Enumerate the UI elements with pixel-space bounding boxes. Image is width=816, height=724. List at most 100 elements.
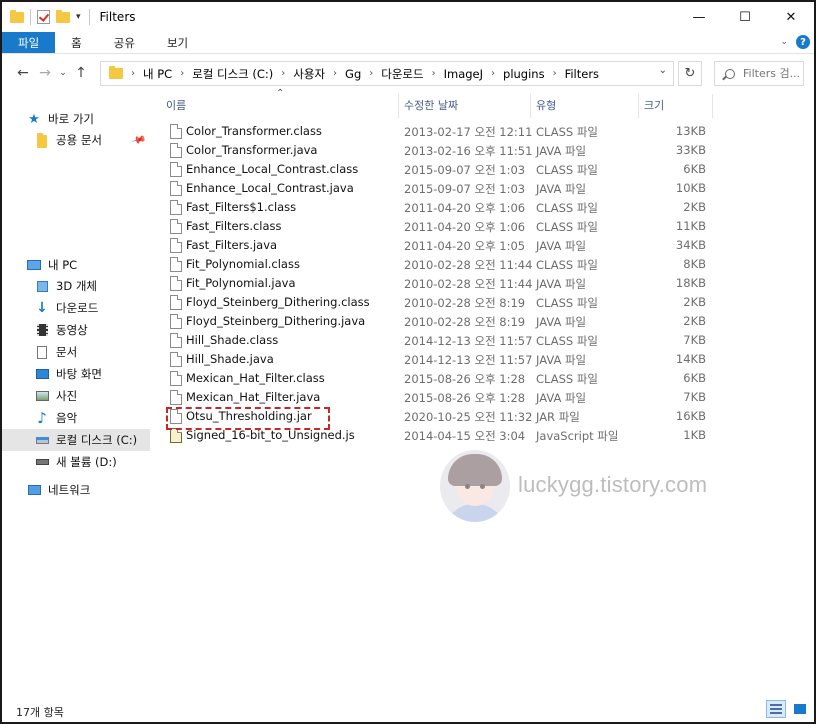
- sidebar-item-3d-objects[interactable]: 3D 개체: [2, 275, 150, 297]
- music-note-icon: ♪: [37, 409, 47, 427]
- forward-button[interactable]: →: [34, 61, 56, 85]
- sidebar-item-label: 로컬 디스크 (C:): [56, 433, 138, 447]
- file-type: CLASS 파일: [536, 296, 598, 310]
- search-box[interactable]: [714, 61, 804, 86]
- file-icon: [170, 295, 182, 310]
- back-button[interactable]: ←: [12, 61, 34, 85]
- column-divider[interactable]: [398, 94, 399, 118]
- refresh-button[interactable]: ↻: [678, 61, 702, 86]
- table-row[interactable]: Color_Transformer.class 2013-02-17 오전 12…: [160, 122, 720, 141]
- file-type: JAR 파일: [536, 410, 580, 424]
- breadcrumb-filters[interactable]: Filters: [565, 67, 599, 81]
- sidebar-item-this-pc[interactable]: 내 PC: [2, 254, 150, 276]
- table-row[interactable]: Floyd_Steinberg_Dithering.java 2010-02-2…: [160, 312, 720, 331]
- table-row[interactable]: Fast_Filters.class 2011-04-20 오후 1:06 CL…: [160, 217, 720, 236]
- maximize-button[interactable]: ☐: [722, 2, 768, 32]
- column-header-size[interactable]: 크기: [644, 94, 710, 116]
- sidebar-item-public-documents[interactable]: 공용 문서 📌: [2, 129, 150, 151]
- chevron-right-icon[interactable]: ›: [432, 68, 436, 79]
- expand-ribbon-icon[interactable]: ⌄: [780, 37, 788, 47]
- table-row[interactable]: Enhance_Local_Contrast.class 2015-09-07 …: [160, 160, 720, 179]
- new-folder-icon[interactable]: [56, 9, 70, 23]
- chevron-right-icon[interactable]: ›: [281, 68, 285, 79]
- column-header-date[interactable]: 수정한 날짜: [404, 94, 530, 116]
- sidebar-item-label: 문서: [56, 345, 78, 359]
- minimize-button[interactable]: —: [676, 2, 722, 32]
- table-row[interactable]: Fit_Polynomial.java 2010-02-28 오전 11:44 …: [160, 274, 720, 293]
- breadcrumb-plugins[interactable]: plugins: [503, 67, 545, 81]
- sidebar-item-label: 음악: [56, 411, 78, 425]
- customize-toolbar-icon[interactable]: ▾: [76, 12, 81, 22]
- table-row[interactable]: Floyd_Steinberg_Dithering.class 2010-02-…: [160, 293, 720, 312]
- sidebar-item-label: 새 볼륨 (D:): [56, 455, 117, 469]
- chevron-right-icon[interactable]: ›: [553, 68, 557, 79]
- breadcrumb-imagej[interactable]: ImageJ: [444, 67, 483, 81]
- address-bar[interactable]: › 내 PC › 로컬 디스크 (C:) › 사용자 › Gg › 다운로드 ›…: [100, 61, 674, 86]
- pin-icon[interactable]: 📌: [130, 133, 146, 149]
- breadcrumb-this-pc[interactable]: 내 PC: [143, 66, 172, 82]
- sidebar-item-music[interactable]: ♪ 음악: [2, 407, 150, 429]
- sidebar-item-downloads[interactable]: ↓ 다운로드: [2, 297, 150, 319]
- column-divider[interactable]: [638, 94, 639, 118]
- chevron-right-icon[interactable]: ›: [180, 68, 184, 79]
- search-input[interactable]: [743, 67, 803, 80]
- column-divider[interactable]: [530, 94, 531, 118]
- help-icon[interactable]: ?: [796, 35, 810, 49]
- chevron-right-icon[interactable]: ›: [369, 68, 373, 79]
- breadcrumb-gg[interactable]: Gg: [345, 67, 361, 81]
- sidebar-item-network[interactable]: 네트워크: [2, 479, 150, 501]
- sidebar-item-local-disk-c[interactable]: 로컬 디스크 (C:): [2, 429, 150, 451]
- table-row[interactable]: Hill_Shade.class 2014-12-13 오전 11:57 CLA…: [160, 331, 720, 350]
- file-icon: [170, 276, 182, 291]
- chevron-right-icon[interactable]: ›: [333, 68, 337, 79]
- tab-home[interactable]: 홈: [55, 32, 98, 53]
- table-row[interactable]: Color_Transformer.java 2013-02-16 오후 11:…: [160, 141, 720, 160]
- file-icon: [170, 181, 182, 196]
- chevron-right-icon[interactable]: ›: [131, 68, 135, 79]
- table-row[interactable]: Mexican_Hat_Filter.java 2015-08-26 오후 1:…: [160, 388, 720, 407]
- file-size: 10KB: [675, 181, 706, 195]
- file-name: Fit_Polynomial.class: [186, 257, 300, 271]
- table-row[interactable]: Fit_Polynomial.class 2010-02-28 오전 11:44…: [160, 255, 720, 274]
- table-row[interactable]: Fast_Filters.java 2011-04-20 오후 1:05 JAV…: [160, 236, 720, 255]
- table-row[interactable]: Enhance_Local_Contrast.java 2015-09-07 오…: [160, 179, 720, 198]
- sidebar-item-quick-access[interactable]: ★ 바로 가기: [2, 108, 150, 130]
- column-header-type[interactable]: 유형: [536, 94, 636, 116]
- file-name: Signed_16-bit_to_Unsigned.js: [186, 428, 355, 442]
- file-size: 6KB: [683, 371, 706, 385]
- folder-icon: [34, 132, 50, 148]
- sidebar-item-label: 사진: [56, 389, 78, 403]
- table-row[interactable]: Hill_Shade.java 2014-12-13 오전 11:57 JAVA…: [160, 350, 720, 369]
- sidebar-item-desktop[interactable]: 바탕 화면: [2, 363, 150, 385]
- breadcrumb-users[interactable]: 사용자: [293, 66, 325, 82]
- file-name: Mexican_Hat_Filter.class: [186, 371, 325, 385]
- file-type: JAVA 파일: [536, 182, 587, 196]
- sidebar-item-videos[interactable]: 동영상: [2, 319, 150, 341]
- javascript-file-icon: [170, 428, 182, 443]
- breadcrumb-local-disk[interactable]: 로컬 디스크 (C:): [192, 66, 273, 82]
- tab-share[interactable]: 공유: [98, 32, 151, 53]
- avatar-watermark: [440, 450, 510, 522]
- file-type: JAVA 파일: [536, 144, 587, 158]
- file-size: 14KB: [675, 352, 706, 366]
- large-icons-view-button[interactable]: [790, 700, 810, 718]
- recent-locations-button[interactable]: ⌄: [56, 61, 70, 85]
- up-button[interactable]: ↑: [70, 61, 92, 85]
- details-view-button[interactable]: [766, 700, 786, 718]
- chevron-right-icon[interactable]: ›: [491, 68, 495, 79]
- table-row[interactable]: Fast_Filters$1.class 2011-04-20 오후 1:06 …: [160, 198, 720, 217]
- table-row[interactable]: Mexican_Hat_Filter.class 2015-08-26 오후 1…: [160, 369, 720, 388]
- tab-view[interactable]: 보기: [151, 32, 204, 53]
- address-dropdown-icon[interactable]: ⌄: [659, 65, 667, 76]
- close-button[interactable]: ✕: [768, 2, 814, 32]
- breadcrumb-downloads[interactable]: 다운로드: [381, 66, 423, 82]
- file-name: Fast_Filters$1.class: [186, 200, 297, 214]
- properties-icon[interactable]: [37, 10, 50, 24]
- sidebar-item-new-volume-d[interactable]: 새 볼륨 (D:): [2, 451, 150, 473]
- tab-file[interactable]: 파일: [2, 32, 56, 53]
- sidebar-item-documents[interactable]: 문서: [2, 341, 150, 363]
- column-divider[interactable]: [712, 94, 713, 118]
- sidebar-item-pictures[interactable]: 사진: [2, 385, 150, 407]
- file-icon: [170, 352, 182, 367]
- column-header-name[interactable]: 이름: [166, 94, 396, 116]
